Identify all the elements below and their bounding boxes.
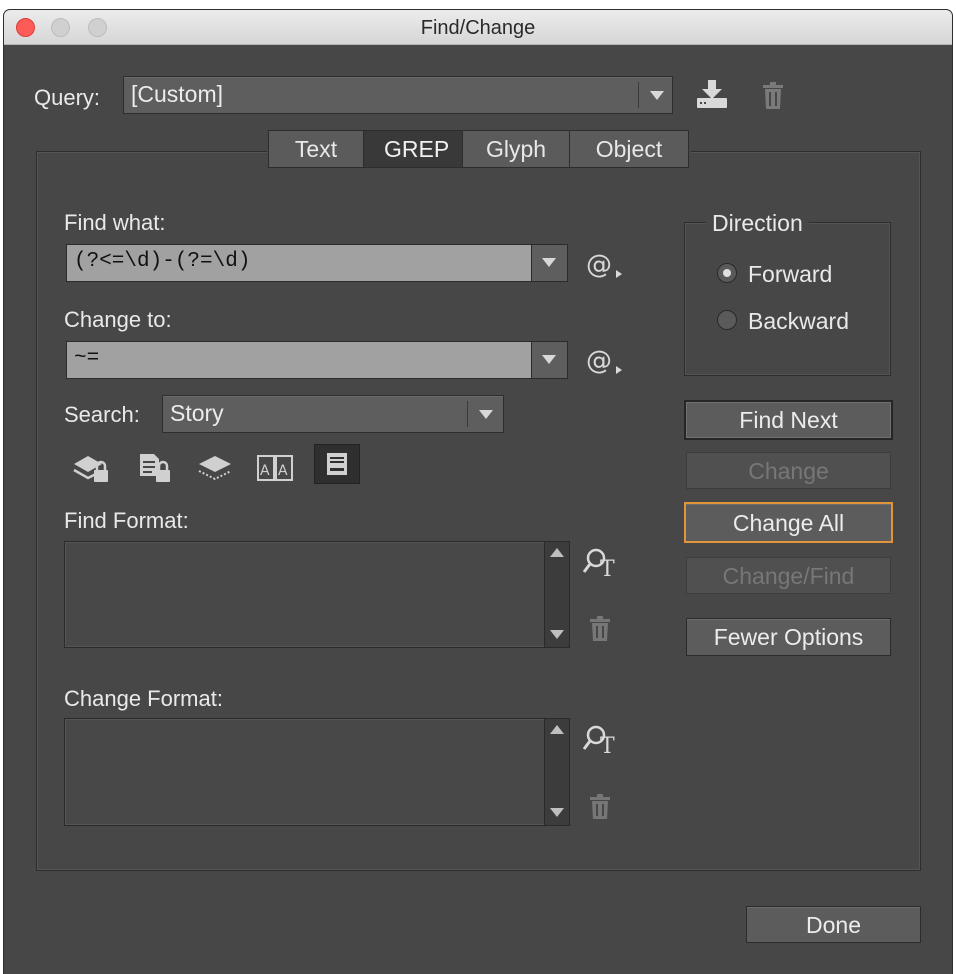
footnotes-icon[interactable]	[314, 444, 360, 484]
forward-radio[interactable]	[717, 263, 737, 283]
svg-text:@: @	[586, 250, 612, 280]
window-title: Find/Change	[420, 17, 536, 39]
find-what-value: (?<=\d)-(?=\d)	[74, 250, 251, 273]
tab-object[interactable]: Object	[569, 130, 689, 168]
scroll-down-icon[interactable]	[550, 808, 564, 817]
trash-icon[interactable]	[588, 794, 612, 820]
change-find-button[interactable]: Change/Find	[686, 557, 891, 594]
scroll-down-icon[interactable]	[550, 630, 564, 639]
change-to-value: ~=	[74, 347, 100, 370]
specify-format-icon[interactable]: T	[582, 546, 622, 580]
find-format-label: Find Format:	[64, 508, 189, 533]
direction-title: Direction	[706, 210, 809, 237]
direction-group	[684, 222, 891, 376]
query-value: [Custom]	[131, 81, 224, 107]
find-what-label: Find what:	[64, 210, 166, 235]
tab-glyph[interactable]: Glyph	[462, 130, 570, 168]
change-format-label: Change Format:	[64, 686, 223, 711]
change-button[interactable]: Change	[686, 452, 891, 489]
title-bar: Find/Change	[4, 10, 952, 45]
change-format-scrollbar[interactable]	[544, 719, 569, 825]
chevron-down-icon[interactable]	[531, 342, 567, 378]
tab-text[interactable]: Text	[268, 130, 364, 168]
search-label: Search:	[64, 402, 140, 427]
master-pages-icon[interactable]: A A	[256, 450, 296, 486]
trash-icon[interactable]	[588, 616, 612, 642]
chevron-down-icon[interactable]	[531, 245, 567, 281]
tab-bar: Text GREP Glyph Object	[267, 130, 691, 168]
scroll-up-icon[interactable]	[550, 548, 564, 557]
svg-text:@: @	[586, 346, 612, 376]
backward-radio[interactable]	[717, 310, 737, 330]
query-dropdown[interactable]: [Custom]	[123, 76, 673, 114]
query-dropdown-separator	[638, 82, 639, 108]
locked-layers-icon[interactable]	[72, 450, 112, 486]
search-dropdown-separator	[467, 401, 468, 427]
find-next-button[interactable]: Find Next	[684, 400, 893, 440]
svg-text:A: A	[260, 463, 270, 479]
fewer-options-button[interactable]: Fewer Options	[686, 618, 891, 656]
save-query-icon[interactable]	[695, 78, 729, 110]
find-change-dialog: Find/Change Query: [Custom] Text GREP Gl…	[4, 10, 952, 974]
hidden-layers-icon[interactable]	[196, 450, 236, 486]
change-all-button[interactable]: Change All	[684, 502, 893, 543]
chevron-down-icon[interactable]	[640, 77, 672, 113]
backward-label[interactable]: Backward	[748, 308, 849, 335]
svg-text:A: A	[278, 463, 288, 479]
search-scope-dropdown[interactable]: Story	[162, 395, 504, 433]
locked-stories-icon[interactable]	[136, 450, 176, 486]
search-scope-value: Story	[170, 400, 224, 426]
at-sign-menu-icon[interactable]: @	[586, 250, 626, 280]
change-to-input[interactable]: ~=	[66, 341, 568, 379]
specify-format-icon[interactable]: T	[582, 723, 622, 757]
tab-grep[interactable]: GREP	[363, 130, 463, 168]
scroll-up-icon[interactable]	[550, 725, 564, 734]
at-sign-menu-icon[interactable]: @	[586, 346, 626, 376]
change-to-label: Change to:	[64, 307, 172, 332]
find-format-box[interactable]	[64, 541, 570, 648]
forward-label[interactable]: Forward	[748, 261, 832, 288]
query-label: Query:	[34, 85, 101, 110]
find-what-input[interactable]: (?<=\d)-(?=\d)	[66, 244, 568, 282]
find-format-scrollbar[interactable]	[544, 542, 569, 647]
svg-text:T: T	[600, 734, 615, 757]
change-format-box[interactable]	[64, 718, 570, 826]
done-button[interactable]: Done	[746, 906, 921, 943]
trash-icon[interactable]	[761, 82, 785, 110]
svg-text:T: T	[600, 557, 615, 580]
chevron-down-icon[interactable]	[469, 396, 501, 432]
